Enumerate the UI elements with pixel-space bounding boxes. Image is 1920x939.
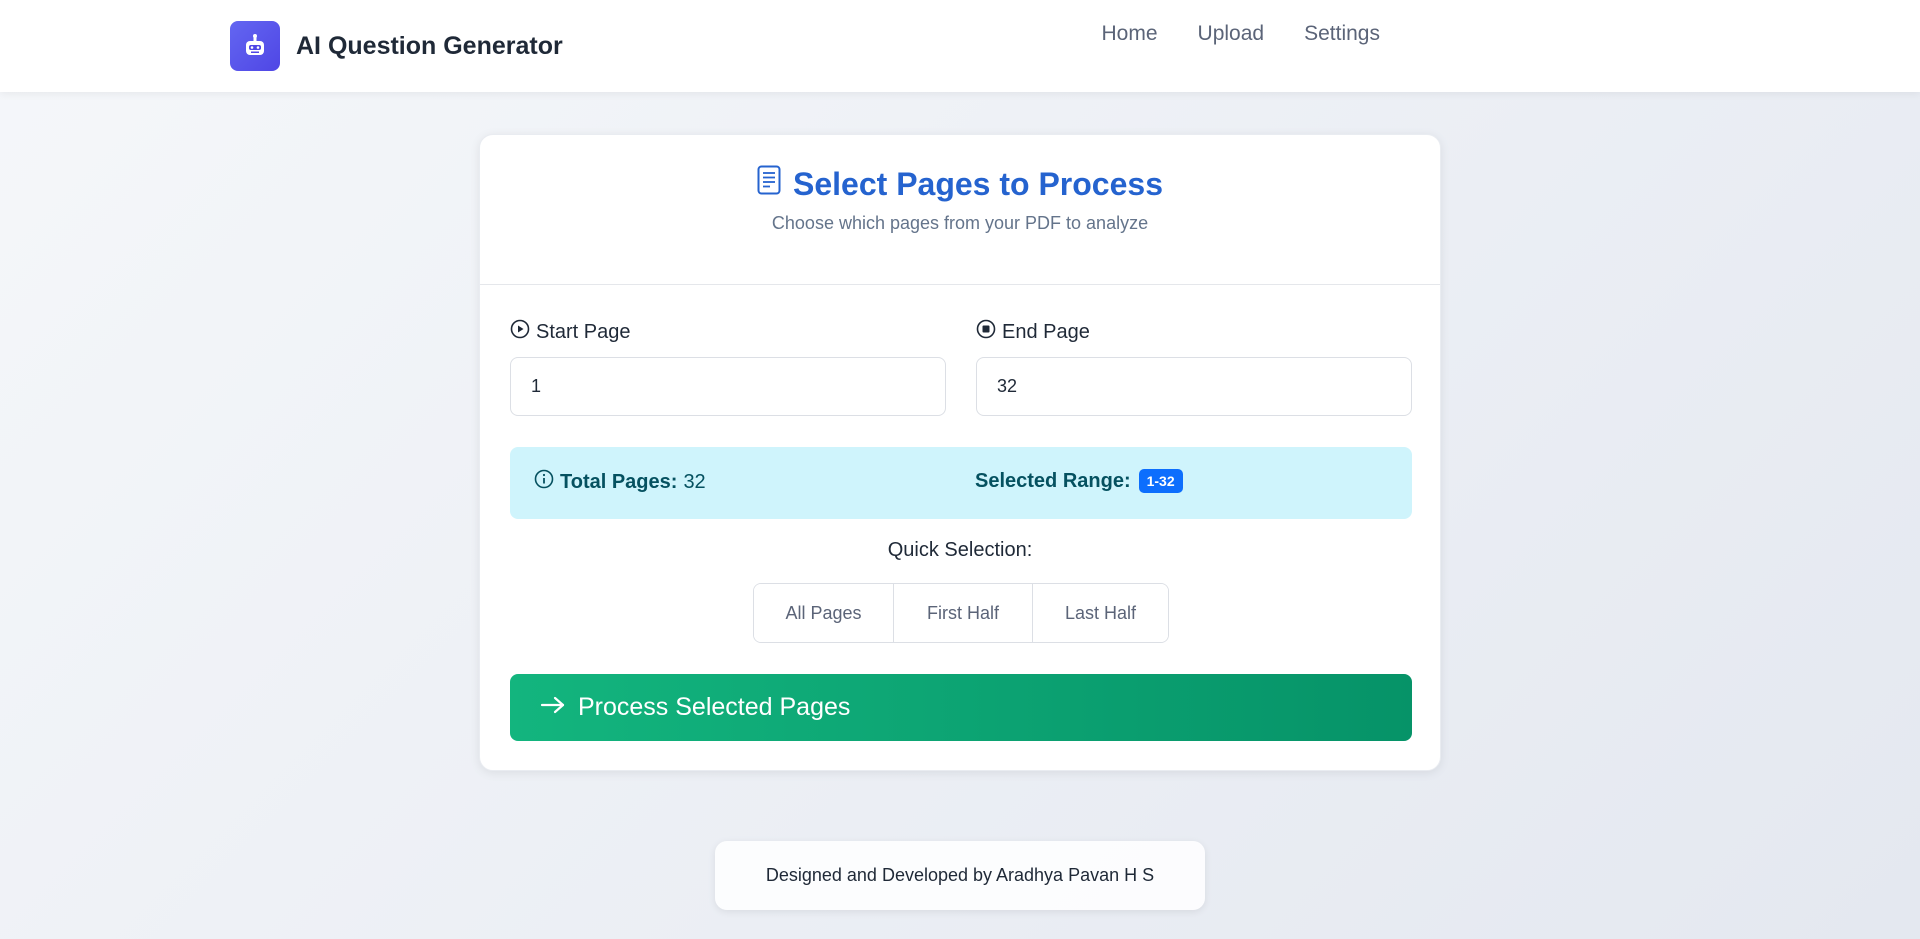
nav-home[interactable]: Home <box>1102 22 1158 46</box>
all-pages-button[interactable]: All Pages <box>754 584 893 642</box>
footer-text: Designed and Developed by Aradhya Pavan … <box>765 865 1155 885</box>
start-page-label-text: Start Page <box>536 320 631 343</box>
quick-selection-group: All Pages First Half Last Half <box>753 583 1169 643</box>
selected-range-label: Selected Range: <box>975 469 1131 492</box>
page-info-box: Total Pages: 32 Selected Range: 1-32 <box>510 447 1412 519</box>
total-pages-label: Total Pages: <box>560 470 678 493</box>
card-subtitle: Choose which pages from your PDF to anal… <box>771 213 1149 233</box>
document-icon <box>757 165 781 203</box>
footer: Designed and Developed by Aradhya Pavan … <box>715 841 1205 910</box>
end-page-input[interactable] <box>976 357 1412 416</box>
arrow-right-icon <box>540 693 566 722</box>
last-half-button[interactable]: Last Half <box>1032 584 1168 642</box>
navbar: AI Question Generator Home Upload Settin… <box>0 0 1920 92</box>
start-page-input[interactable] <box>510 357 946 416</box>
selected-range: Selected Range: 1-32 <box>975 469 1183 493</box>
brand[interactable]: AI Question Generator <box>230 21 563 71</box>
first-half-button[interactable]: First Half <box>893 584 1032 642</box>
nav-upload[interactable]: Upload <box>1198 22 1265 46</box>
card-header: Select Pages to Process Choose which pag… <box>480 135 1440 285</box>
process-selected-pages-button[interactable]: Process Selected Pages <box>510 674 1412 741</box>
start-page-label: Start Page <box>510 319 631 345</box>
card-title: Select Pages to Process <box>757 165 1163 203</box>
stop-circle-icon <box>976 319 996 345</box>
end-page-label-text: End Page <box>1002 320 1090 343</box>
robot-icon <box>230 21 280 71</box>
quick-selection-label: Quick Selection: <box>887 539 1033 561</box>
nav-settings[interactable]: Settings <box>1304 22 1380 46</box>
card-title-text: Select Pages to Process <box>793 165 1163 202</box>
process-button-label: Process Selected Pages <box>578 693 851 721</box>
total-pages-value: 32 <box>683 470 706 493</box>
total-pages: Total Pages: 32 <box>534 469 706 495</box>
info-icon <box>534 469 554 495</box>
page-selection-card: Select Pages to Process Choose which pag… <box>479 134 1441 771</box>
play-circle-icon <box>510 319 530 345</box>
nav-links: Home Upload Settings <box>1102 22 1380 46</box>
app-title: AI Question Generator <box>296 31 563 60</box>
selected-range-badge: 1-32 <box>1138 469 1183 493</box>
end-page-label: End Page <box>976 319 1090 345</box>
